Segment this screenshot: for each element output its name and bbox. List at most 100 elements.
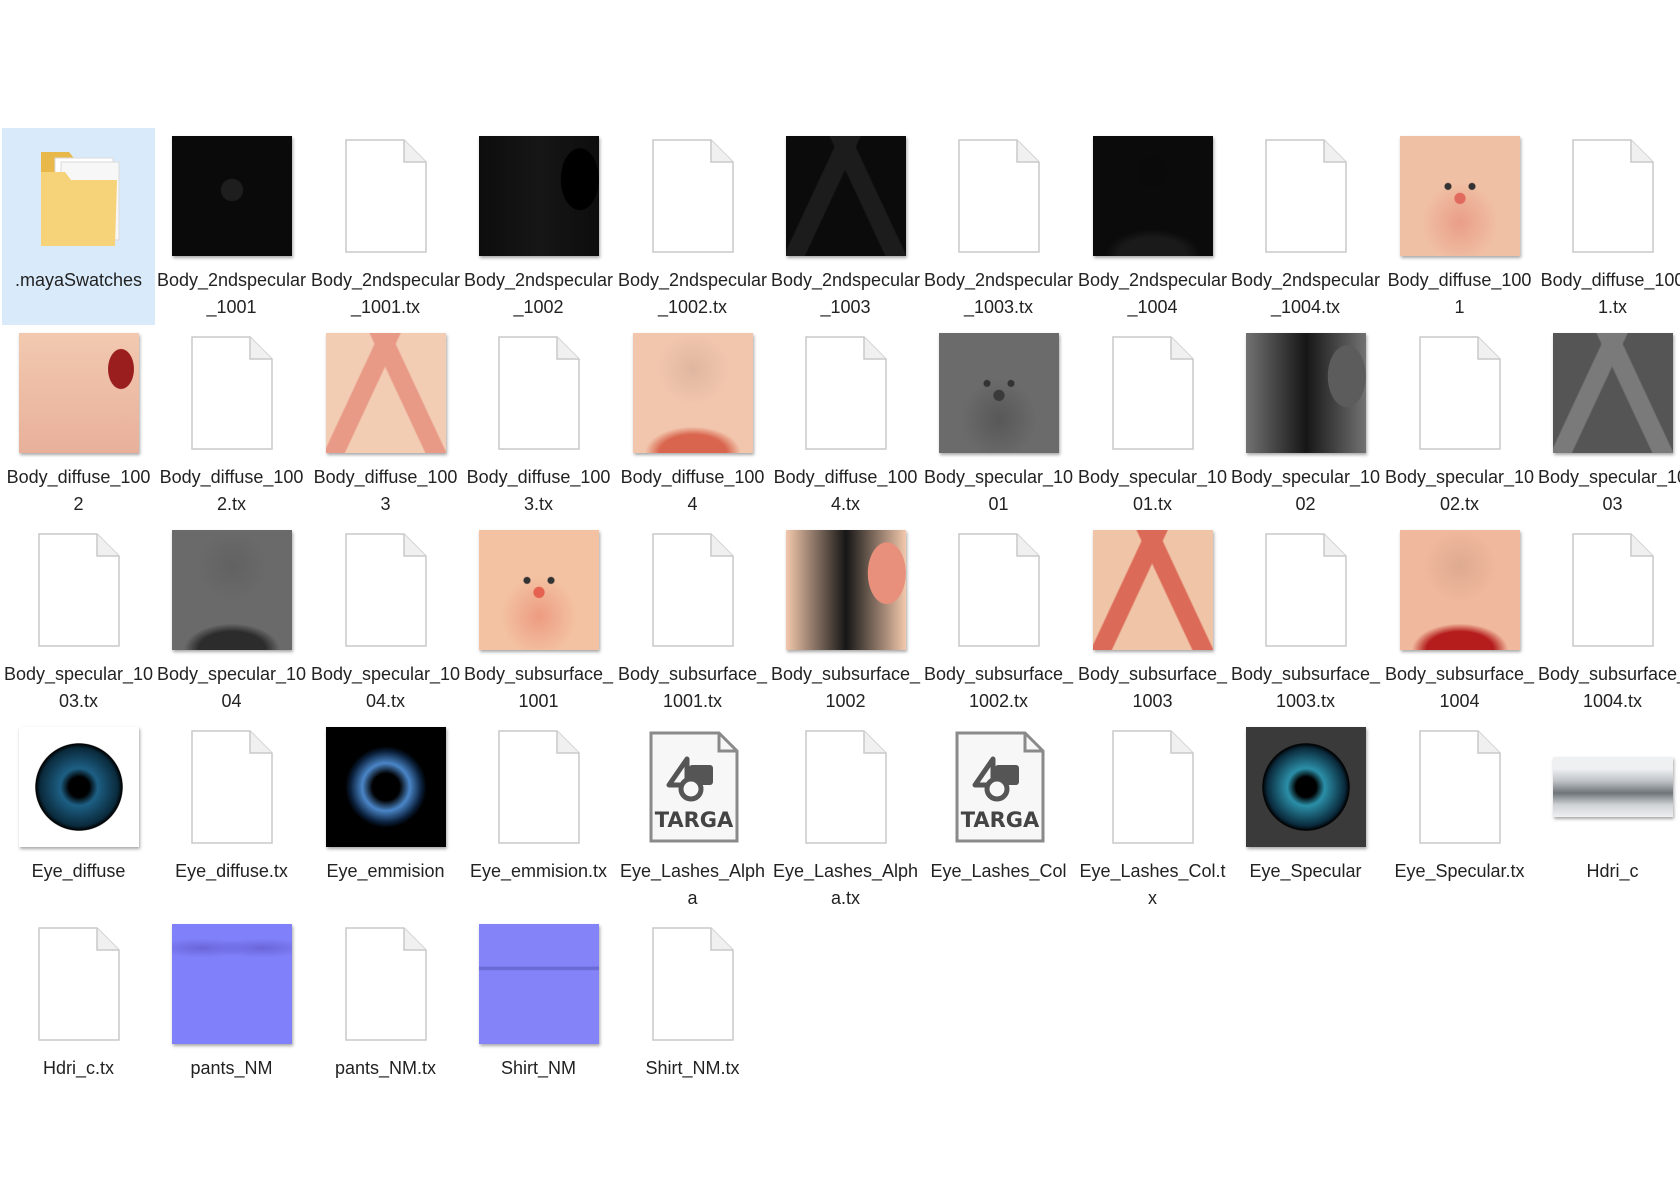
- document-icon: [786, 333, 906, 453]
- file-item[interactable]: Eye_Specular: [1229, 719, 1382, 916]
- file-name: Body_diffuse_1004.tx: [773, 467, 918, 514]
- document-icon: [1246, 136, 1366, 256]
- file-item[interactable]: Body_specular_1004: [155, 522, 308, 719]
- file-item[interactable]: Body_specular_1001: [922, 325, 1075, 522]
- file-item[interactable]: Body_2ndspecular_1004: [1076, 128, 1229, 325]
- file-item[interactable]: Body_diffuse_1001.tx: [1536, 128, 1680, 325]
- file-item[interactable]: Body_specular_1002.tx: [1383, 325, 1536, 522]
- file-item[interactable]: Body_subsurface_1004.tx: [1536, 522, 1680, 719]
- image-thumbnail: [1246, 727, 1366, 847]
- document-icon: [479, 333, 599, 453]
- file-name: Body_diffuse_1003: [313, 467, 458, 514]
- folder-item[interactable]: .mayaSwatches: [2, 128, 155, 325]
- file-item[interactable]: Body_diffuse_1002.tx: [155, 325, 308, 522]
- document-icon: [1553, 136, 1673, 256]
- file-item[interactable]: Body_specular_1002: [1229, 325, 1382, 522]
- file-item[interactable]: Body_subsurface_1002: [769, 522, 922, 719]
- file-name: Eye_Lashes_Col.tx: [1079, 861, 1226, 908]
- file-item[interactable]: Eye_emmision: [309, 719, 462, 916]
- targa-icon: TARGA: [939, 727, 1059, 847]
- file-item[interactable]: Eye_diffuse.tx: [155, 719, 308, 916]
- image-thumbnail: [786, 136, 906, 256]
- document-icon: [19, 924, 139, 1044]
- file-item[interactable]: Body_subsurface_1001.tx: [616, 522, 769, 719]
- file-item[interactable]: Body_2ndspecular_1002.tx: [616, 128, 769, 325]
- file-item[interactable]: Body_diffuse_1002: [2, 325, 155, 522]
- file-name: Body_specular_1004.tx: [310, 664, 461, 711]
- file-item[interactable]: Body_2ndspecular_1003: [769, 128, 922, 325]
- image-thumbnail: [1093, 530, 1213, 650]
- file-item[interactable]: Hdri_c: [1536, 719, 1680, 916]
- image-thumbnail: [1246, 333, 1366, 453]
- file-name: Hdri_c.tx: [42, 1058, 114, 1078]
- document-icon: [172, 727, 292, 847]
- file-name: Hdri_c: [1586, 861, 1639, 881]
- document-icon: [1093, 333, 1213, 453]
- document-icon: [633, 530, 753, 650]
- document-icon: [326, 530, 446, 650]
- file-item[interactable]: Body_subsurface_1003.tx: [1229, 522, 1382, 719]
- file-item[interactable]: Eye_emmision.tx: [462, 719, 615, 916]
- file-name: Eye_Specular: [1249, 861, 1362, 881]
- file-item[interactable]: TARGA Eye_Lashes_Alpha: [616, 719, 769, 916]
- file-item[interactable]: Hdri_c.tx: [2, 916, 155, 1113]
- file-item[interactable]: Body_specular_1004.tx: [309, 522, 462, 719]
- file-name: Shirt_NM: [500, 1058, 576, 1078]
- document-icon: [1093, 727, 1213, 847]
- image-thumbnail: [19, 727, 139, 847]
- file-name: Eye_Lashes_Alpha.tx: [772, 861, 919, 908]
- file-name: Body_subsurface_1004.tx: [1537, 664, 1680, 711]
- document-icon: [1553, 530, 1673, 650]
- image-thumbnail: [172, 924, 292, 1044]
- file-name: Body_subsurface_1003.tx: [1230, 664, 1381, 711]
- file-item[interactable]: Eye_diffuse: [2, 719, 155, 916]
- file-name: Body_2ndspecular_1003: [770, 270, 921, 317]
- file-name: Body_2ndspecular_1001: [156, 270, 307, 317]
- image-thumbnail: [786, 530, 906, 650]
- file-item[interactable]: Shirt_NM.tx: [616, 916, 769, 1113]
- file-name: Body_2ndspecular_1004: [1077, 270, 1228, 317]
- file-item[interactable]: Body_diffuse_1001: [1383, 128, 1536, 325]
- file-item[interactable]: Body_2ndspecular_1003.tx: [922, 128, 1075, 325]
- file-name: Eye_emmision.tx: [469, 861, 608, 881]
- file-item[interactable]: pants_NM.tx: [309, 916, 462, 1113]
- file-name: Shirt_NM.tx: [645, 1058, 740, 1078]
- document-icon: [326, 136, 446, 256]
- document-icon: [633, 136, 753, 256]
- file-item[interactable]: Body_2ndspecular_1001: [155, 128, 308, 325]
- file-item[interactable]: Body_2ndspecular_1002: [462, 128, 615, 325]
- document-icon: [1400, 727, 1520, 847]
- file-item[interactable]: TARGA Eye_Lashes_Col: [922, 719, 1075, 916]
- folder-icon: [19, 136, 139, 256]
- file-name: Body_subsurface_1002.tx: [923, 664, 1074, 711]
- image-thumbnail: [172, 530, 292, 650]
- file-item[interactable]: Body_diffuse_1004: [616, 325, 769, 522]
- file-item[interactable]: Body_subsurface_1004: [1383, 522, 1536, 719]
- file-grid: .mayaSwatches Body_2ndspecular_1001 Body_2…: [0, 0, 1680, 1200]
- file-name: Eye_diffuse.tx: [175, 861, 288, 881]
- file-name: Body_subsurface_1001: [463, 664, 614, 711]
- file-item[interactable]: Body_specular_1001.tx: [1076, 325, 1229, 522]
- file-item[interactable]: Body_subsurface_1003: [1076, 522, 1229, 719]
- file-item[interactable]: Eye_Lashes_Col.tx: [1076, 719, 1229, 916]
- file-item[interactable]: Body_2ndspecular_1001.tx: [309, 128, 462, 325]
- file-item[interactable]: Body_diffuse_1003.tx: [462, 325, 615, 522]
- file-item[interactable]: Body_diffuse_1003: [309, 325, 462, 522]
- document-icon: [633, 924, 753, 1044]
- file-item[interactable]: Eye_Lashes_Alpha.tx: [769, 719, 922, 916]
- document-icon: [479, 727, 599, 847]
- svg-text:TARGA: TARGA: [961, 808, 1040, 832]
- file-name: Body_specular_1001.tx: [1077, 467, 1228, 514]
- image-thumbnail: [1400, 136, 1520, 256]
- file-item[interactable]: Body_specular_1003.tx: [2, 522, 155, 719]
- file-item[interactable]: Eye_Specular.tx: [1383, 719, 1536, 916]
- file-item[interactable]: Body_subsurface_1002.tx: [922, 522, 1075, 719]
- file-item[interactable]: Body_2ndspecular_1004.tx: [1229, 128, 1382, 325]
- file-name: Body_subsurface_1003: [1077, 664, 1228, 711]
- file-item[interactable]: Body_specular_1003: [1536, 325, 1680, 522]
- file-item[interactable]: pants_NM: [155, 916, 308, 1113]
- file-item[interactable]: Shirt_NM: [462, 916, 615, 1113]
- image-thumbnail: [1093, 136, 1213, 256]
- file-item[interactable]: Body_subsurface_1001: [462, 522, 615, 719]
- file-item[interactable]: Body_diffuse_1004.tx: [769, 325, 922, 522]
